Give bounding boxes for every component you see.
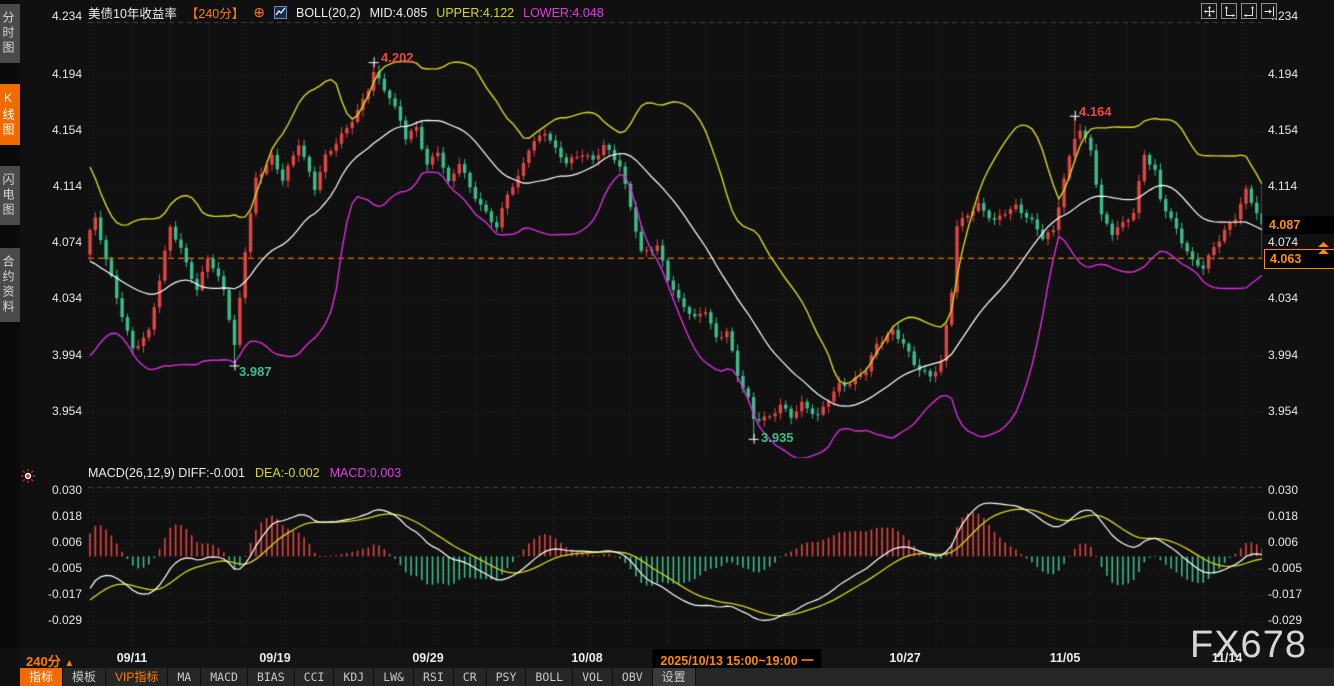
sidebar-tab-contract-info[interactable]: 合约资料 [0,248,20,322]
footer-item-0[interactable]: 指标 [20,668,63,686]
price-axis-tick-left: 4.074 [26,235,82,249]
price-axis-tick-right: 3.954 [1268,404,1330,418]
macd-params-diff-value: MACD(26,12,9) DIFF:-0.001 [88,466,245,480]
x-axis-date-label: 10/08 [571,651,602,665]
footer-item-1[interactable]: 模板 [63,668,106,686]
footer-item-5[interactable]: BIAS [248,668,295,686]
boll-lower-value: LOWER:4.048 [523,6,604,20]
macd-axis-tick-left: 0.006 [26,535,82,549]
low-marker-label: 3.987 [239,364,272,379]
footer-item-2[interactable]: VIP指标 [106,668,168,686]
low-marker-label: 3.935 [761,430,794,445]
boll-chart-icon [274,6,287,19]
footer-item-13[interactable]: VOL [573,668,613,686]
trading-app-window: 分时图 K线图 闪电图 合约资料 美债10年收益率 【240分】 ⊕ BOLL(… [0,0,1334,686]
footer-item-15[interactable]: 设置 [653,668,696,686]
add-indicator-icon[interactable]: ⊕ [253,4,265,21]
x-axis-date-label: 09/29 [412,651,443,665]
price-axis-tick-right: 4.034 [1268,291,1330,305]
price-axis-tick-right: 4.234 [1268,9,1330,23]
footer-item-8[interactable]: LW& [374,668,414,686]
current-price-box: 4.087 [1264,216,1334,234]
macd-axis-tick-right: 0.018 [1268,509,1330,523]
boll-upper-value: UPPER:4.122 [436,6,514,20]
axis-scale-left-icon[interactable] [1221,3,1237,19]
macd-axis-tick-left: 0.018 [26,509,82,523]
price-axis-tick-right: 4.154 [1268,123,1330,137]
high-marker-label: 4.202 [381,50,414,65]
price-axis-tick-right: 4.114 [1268,179,1330,193]
footer-item-3[interactable]: MA [168,668,201,686]
x-axis-date-label: 11/05 [1050,651,1081,665]
period-selector-label: 240分 [26,654,61,669]
price-axis-tick-left: 4.154 [26,123,82,137]
alert-arrows-icon[interactable] [1318,242,1329,260]
macd-axis-tick-right: 0.030 [1268,483,1330,497]
footer-item-7[interactable]: KDJ [334,668,374,686]
chart-tool-icons [1201,3,1277,19]
watermark: FX678 [1190,624,1307,667]
macd-axis-tick-right: -0.017 [1268,587,1330,601]
footer-item-9[interactable]: RSI [414,668,454,686]
macd-axis-tick-right: 0.006 [1268,535,1330,549]
price-axis-tick-left: 4.114 [26,179,82,193]
price-axis-tick-left: 4.194 [26,67,82,81]
macd-axis-tick-left: -0.005 [26,561,82,575]
footer-item-4[interactable]: MACD [201,668,248,686]
footer-item-14[interactable]: OBV [613,668,653,686]
price-axis-tick-left: 3.954 [26,404,82,418]
macd-axis-tick-left: -0.029 [26,613,82,627]
price-axis-tick-right: 3.994 [1268,348,1330,362]
sidebar-tab-flash-chart[interactable]: 闪电图 [0,166,20,225]
x-axis-date-label: 09/19 [259,651,290,665]
boll-params-label: BOLL(20,2) [296,6,361,20]
high-marker-label: 4.164 [1079,104,1112,119]
x-axis-date-label: 09/11 [117,651,148,665]
boll-mid-value: MID:4.085 [370,6,428,20]
price-axis-tick-left: 4.034 [26,291,82,305]
macd-legend: MACD(26,12,9) DIFF:-0.001 DEA:-0.002 MAC… [88,466,401,480]
macd-value: MACD:0.003 [330,466,402,480]
indicator-alarm-icon[interactable] [21,469,35,488]
footer-item-12[interactable]: BOLL [526,668,573,686]
footer-item-6[interactable]: CCI [295,668,335,686]
sidebar-tab-time-chart[interactable]: 分时图 [0,4,20,63]
chart-header-legend: 美债10年收益率 【240分】 ⊕ BOLL(20,2) MID:4.085 U… [88,3,604,22]
collapse-right-icon[interactable] [1261,3,1277,19]
x-axis-date-label: 10/27 [889,651,920,665]
indicator-toolbar: 指标模板VIP指标MAMACDBIASCCIKDJLW&RSICRPSYBOLL… [20,668,1334,686]
sidebar-tab-kline-chart[interactable]: K线图 [0,84,20,145]
price-axis-tick-left: 3.994 [26,348,82,362]
instrument-name: 美债10年收益率 [88,3,177,22]
chart-type-sidebar: 分时图 K线图 闪电图 合约资料 [0,0,20,648]
axis-scale-right-icon[interactable] [1241,3,1257,19]
macd-axis-tick-right: -0.005 [1268,561,1330,575]
footer-item-10[interactable]: CR [454,668,487,686]
pan-icon[interactable] [1201,3,1217,19]
macd-axis-tick-left: -0.017 [26,587,82,601]
x-axis-date-label: 11/14 [1212,651,1243,665]
period-tag: 【240分】 [186,3,244,22]
kline-macd-chart-canvas[interactable] [0,0,1334,686]
price-axis-tick-left: 4.234 [26,9,82,23]
footer-item-11[interactable]: PSY [487,668,527,686]
crosshair-datetime-box: 2025/10/13 15:00~19:00 一 [652,649,821,670]
price-axis-tick-right: 4.194 [1268,67,1330,81]
macd-dea-value: DEA:-0.002 [255,466,320,480]
